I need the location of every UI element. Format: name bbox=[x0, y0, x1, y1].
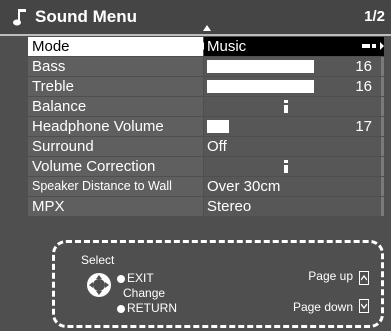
menu-item-label: Mode bbox=[28, 37, 203, 56]
balance-center-marker bbox=[284, 100, 288, 113]
page-down-hint: Page down bbox=[292, 300, 353, 314]
return-hint: RETURN bbox=[127, 301, 177, 315]
sound-menu-screen: Sound Menu 1/2 Mode Music Bass 16 Treble… bbox=[0, 0, 391, 331]
page-up-icon bbox=[359, 271, 369, 285]
menu-item-balance[interactable]: Balance bbox=[28, 97, 386, 116]
menu-title: Sound Menu bbox=[35, 7, 137, 26]
bass-slider[interactable]: 16 bbox=[204, 57, 384, 76]
level-bar bbox=[207, 80, 338, 93]
menu-item-label: Bass bbox=[28, 57, 203, 76]
menu-item-label: MPX bbox=[28, 197, 203, 216]
menu-item-treble[interactable]: Treble 16 bbox=[28, 77, 386, 96]
headphone-volume-value: 17 bbox=[355, 118, 372, 135]
dpad-icon bbox=[87, 273, 111, 297]
mode-value-text: Music bbox=[207, 38, 247, 55]
arrow-right-icon[interactable] bbox=[380, 42, 384, 50]
menu-item-label: Speaker Distance to Wall bbox=[28, 177, 203, 196]
change-hint: Change bbox=[123, 286, 166, 300]
treble-slider[interactable]: 16 bbox=[204, 77, 384, 96]
mpx-value[interactable]: Stereo bbox=[204, 197, 384, 216]
return-button-icon bbox=[117, 305, 125, 313]
bass-value: 16 bbox=[355, 58, 372, 75]
arrow-left-icon[interactable] bbox=[200, 42, 204, 50]
speaker-distance-value[interactable]: Over 30cm bbox=[204, 177, 384, 196]
select-hint: Select bbox=[81, 253, 115, 267]
exit-hint: EXIT bbox=[127, 271, 154, 285]
volume-correction-slider[interactable] bbox=[204, 157, 384, 176]
music-note-icon bbox=[13, 9, 26, 26]
menu-item-mpx[interactable]: MPX Stereo bbox=[28, 197, 386, 216]
menu-item-headphone-volume[interactable]: Headphone Volume 17 bbox=[28, 117, 386, 136]
remote-help-panel: Select EXIT Change RETURN Page up Page d… bbox=[52, 240, 384, 328]
balance-slider[interactable] bbox=[204, 97, 384, 116]
menu-list: Mode Music Bass 16 Treble 16 Balance Hea… bbox=[28, 37, 386, 217]
mode-value[interactable]: Music bbox=[200, 37, 384, 56]
exit-button-icon bbox=[117, 275, 125, 283]
headphone-volume-slider[interactable]: 17 bbox=[204, 117, 384, 136]
menu-header: Sound Menu 1/2 bbox=[0, 0, 391, 36]
menu-item-bass[interactable]: Bass 16 bbox=[28, 57, 386, 76]
menu-item-surround[interactable]: Surround Off bbox=[28, 137, 386, 156]
level-bar-fill bbox=[207, 60, 315, 73]
menu-item-label: Surround bbox=[28, 137, 203, 156]
level-bar-fill bbox=[207, 120, 230, 133]
menu-item-label: Treble bbox=[28, 77, 203, 96]
option-dots-icon bbox=[362, 44, 376, 48]
page-indicator: 1/2 bbox=[364, 8, 385, 25]
level-bar-fill bbox=[207, 80, 315, 93]
treble-value: 16 bbox=[355, 78, 372, 95]
menu-item-label: Balance bbox=[28, 97, 203, 116]
menu-item-label: Headphone Volume bbox=[28, 117, 203, 136]
menu-item-volume-correction[interactable]: Volume Correction bbox=[28, 157, 386, 176]
scroll-up-icon bbox=[203, 25, 211, 31]
page-up-hint: Page up bbox=[308, 269, 353, 283]
menu-item-mode[interactable]: Mode Music bbox=[28, 37, 386, 56]
volume-correction-center-marker bbox=[284, 160, 288, 173]
surround-value[interactable]: Off bbox=[204, 137, 384, 156]
level-bar bbox=[207, 60, 338, 73]
level-bar bbox=[207, 120, 338, 133]
menu-item-speaker-distance[interactable]: Speaker Distance to Wall Over 30cm bbox=[28, 177, 386, 196]
page-down-icon bbox=[359, 299, 369, 313]
menu-item-label: Volume Correction bbox=[28, 157, 203, 176]
